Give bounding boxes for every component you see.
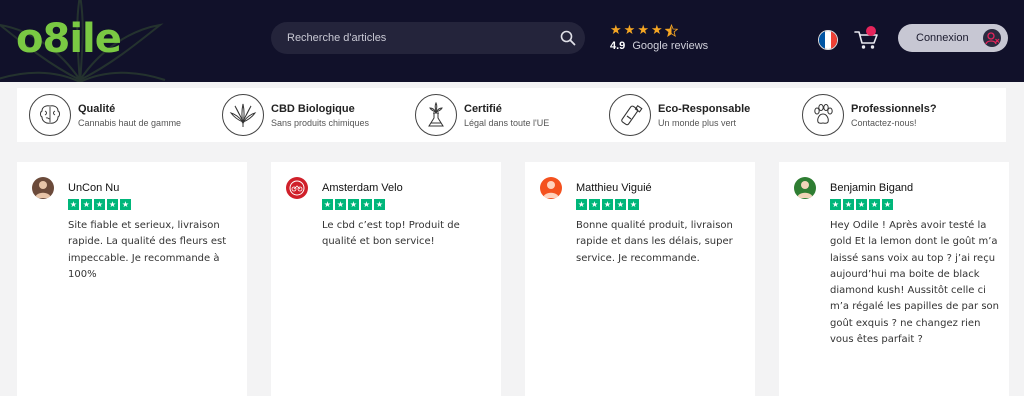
logo[interactable]: o8ile	[16, 14, 122, 64]
search-bar	[271, 22, 585, 54]
google-rating-value: 4.9	[610, 40, 626, 52]
site-header: o8ile ★ ★ ★ ★ 4.9 Google reviews	[0, 0, 1024, 82]
google-reviews-summary: 4.9 Google reviews	[610, 40, 720, 52]
google-rating-stars: ★ ★ ★ ★	[610, 24, 720, 38]
star-icon: ★	[81, 199, 92, 210]
feature-subtitle: Contactez-nous!	[851, 117, 917, 128]
reviewer-name: Benjamin Bigand	[830, 182, 914, 194]
language-flag-fr[interactable]	[818, 30, 838, 50]
star-icon: ★	[374, 199, 385, 210]
search-button[interactable]	[551, 22, 585, 54]
user-icon	[983, 29, 1001, 47]
search-input[interactable]	[271, 22, 551, 54]
avatar	[540, 177, 562, 199]
feature-quality: Qualité Cannabis haut de gamme	[29, 88, 181, 142]
avatar	[32, 177, 54, 199]
review-header: UnCon Nu	[32, 177, 119, 199]
feature-subtitle: Un monde plus vert	[658, 117, 737, 128]
star-icon: ★	[637, 23, 649, 38]
feature-subtitle: Cannabis haut de gamme	[78, 117, 182, 128]
feature-eco: Eco-Responsable Un monde plus vert	[609, 88, 750, 142]
star-icon: ★	[348, 199, 359, 210]
reviewer-name: UnCon Nu	[68, 182, 120, 194]
feature-title: Professionnels?	[851, 102, 937, 115]
search-icon	[560, 30, 576, 46]
review-header: Matthieu Viguié	[540, 177, 652, 199]
avatar	[286, 177, 308, 199]
star-icon: ★	[628, 199, 639, 210]
reviewer-name: Matthieu Viguié	[576, 182, 652, 194]
feature-subtitle: Sans produits chimiques	[271, 117, 370, 128]
paw-icon	[802, 94, 844, 136]
feature-title: Certifié	[464, 102, 502, 115]
review-card: Benjamin Bigand ★ ★ ★ ★ ★ Hey Odile ! Après …	[779, 162, 1009, 396]
google-reviews-badge[interactable]: ★ ★ ★ ★ 4.9 Google reviews	[610, 24, 720, 56]
login-label: Connexion	[916, 32, 969, 44]
star-icon: ★	[120, 199, 131, 210]
features-bar: Qualité Cannabis haut de gamme CBD Biolo…	[17, 88, 1006, 142]
star-icon: ★	[882, 199, 893, 210]
star-icon: ★	[68, 199, 79, 210]
flask-icon	[415, 94, 457, 136]
review-text: Le cbd c’est top! Produit de qualité et …	[322, 220, 460, 248]
brain-icon	[29, 94, 71, 136]
review-stars: ★ ★ ★ ★ ★	[576, 199, 639, 210]
cart-badge	[866, 26, 876, 36]
star-icon: ★	[843, 199, 854, 210]
star-icon: ★	[615, 199, 626, 210]
star-icon: ★	[576, 199, 587, 210]
feature-certified: Certifié Légal dans toute l'UE	[415, 88, 549, 142]
feature-subtitle: Légal dans toute l'UE	[464, 117, 550, 128]
star-icon: ★	[94, 199, 105, 210]
star-icon: ★	[335, 199, 346, 210]
star-icon: ★	[623, 23, 636, 38]
feature-organic: CBD Biologique Sans produits chimiques	[222, 88, 369, 142]
half-star-icon	[664, 24, 678, 37]
bottle-icon	[609, 94, 651, 136]
review-text: Site fiable et serieux, livraison rapide…	[68, 220, 227, 280]
review-text: Hey Odile ! Après avoir testé la gold Et…	[830, 220, 999, 346]
review-stars: ★ ★ ★ ★ ★	[830, 199, 893, 210]
star-icon: ★	[869, 199, 880, 210]
review-card: Amsterdam Velo ★ ★ ★ ★ ★ Le cbd c’est top! P…	[271, 162, 501, 396]
review-stars: ★ ★ ★ ★ ★	[322, 199, 385, 210]
flag-stripe-red	[831, 31, 837, 49]
star-icon: ★	[856, 199, 867, 210]
review-card: Matthieu Viguié ★ ★ ★ ★ ★ Bonne qualité prod…	[525, 162, 755, 396]
star-icon: ★	[322, 199, 333, 210]
avatar	[794, 177, 816, 199]
star-icon: ★	[361, 199, 372, 210]
feature-title: Eco-Responsable	[658, 102, 751, 115]
cannabis-leaf-icon	[222, 94, 264, 136]
review-text: Bonne qualité produit, livraison rapide …	[576, 220, 733, 264]
review-header: Amsterdam Velo	[286, 177, 403, 199]
star-icon: ★	[830, 199, 841, 210]
review-stars: ★ ★ ★ ★ ★	[68, 199, 131, 210]
login-button[interactable]: Connexion	[898, 24, 1008, 52]
star-icon: ★	[602, 199, 613, 210]
reviewer-name: Amsterdam Velo	[322, 182, 403, 194]
star-icon: ★	[107, 199, 118, 210]
feature-title: Qualité	[78, 102, 116, 115]
feature-title: CBD Biologique	[271, 102, 355, 115]
star-icon: ★	[610, 23, 622, 38]
review-card: UnCon Nu ★ ★ ★ ★ ★ Site fiable et serieux, l…	[17, 162, 247, 396]
logo-text: o8ile	[16, 16, 122, 62]
google-reviews-label: Google reviews	[632, 40, 709, 52]
review-header: Benjamin Bigand	[794, 177, 913, 199]
star-icon: ★	[589, 199, 600, 210]
feature-professionals[interactable]: Professionnels? Contactez-nous!	[802, 88, 937, 142]
star-icon: ★	[650, 23, 663, 38]
